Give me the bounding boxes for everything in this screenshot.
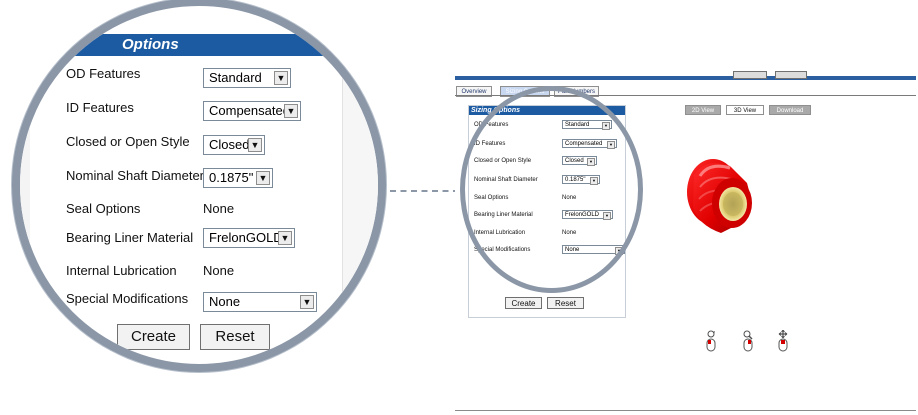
rotate-tool[interactable] [704,330,718,352]
magnifier-connector [390,190,459,192]
bearing-3d-view[interactable] [674,144,772,246]
magnifier-bubble: Options OD Features Standard ▼ ID Featur… [12,0,386,372]
nominal-shaft-diameter-label: Nominal Shaft Diameter [66,168,204,183]
bearing-liner-material-value: FrelonGOLD [209,230,283,245]
view-3d-button[interactable]: 3D View [726,105,764,115]
reset-button[interactable]: Reset [200,324,270,350]
internal-lubrication-label: Internal Lubrication [66,263,177,278]
mini-top-blue-strip [455,76,916,80]
zoomed-panel-title: Options [122,36,179,53]
mini-create-button[interactable]: Create [505,297,542,309]
chevron-down-icon: ▼ [300,295,314,309]
special-modifications-label: Special Modifications [66,291,189,306]
special-modifications-value: None [209,294,241,309]
bearing-3d-graphic [687,159,752,233]
closed-open-style-label: Closed or Open Style [66,134,190,149]
mini-top-button-1[interactable] [733,71,767,79]
chevron-down-icon: ▼ [284,104,298,118]
bearing-liner-material-label: Bearing Liner Material [66,230,194,245]
pan-tool[interactable] [776,329,790,352]
mini-top-button-2[interactable] [775,71,807,79]
id-features-label: ID Features [66,100,134,115]
zoomed-sizing-options-panel: Options OD Features Standard ▼ ID Featur… [20,6,378,364]
od-features-label: OD Features [66,66,141,81]
rotate-icon [706,330,716,352]
id-features-value: Compensated [209,103,290,118]
zoomed-right-shade [342,55,378,364]
id-features-select[interactable]: Compensated ▼ [203,101,301,121]
od-features-select[interactable]: Standard ▼ [203,68,291,88]
closed-open-style-select[interactable]: Closed ▼ [203,135,265,155]
chevron-down-icon: ▼ [278,231,292,245]
chevron-down-icon: ▼ [256,171,270,185]
special-modifications-select[interactable]: None ▼ [203,292,317,312]
internal-lubrication-value: None [203,263,235,278]
zoomed-left-shadow [20,56,30,364]
bearing-liner-material-select[interactable]: FrelonGOLD ▼ [203,228,295,248]
seal-options-value: None [203,201,235,216]
chevron-down-icon: ▼ [274,71,288,85]
mini-reset-button[interactable]: Reset [547,297,584,309]
closed-open-style-value: Closed [209,137,250,152]
mini-bottom-divider [455,410,916,411]
od-features-value: Standard [209,70,262,85]
create-button[interactable]: Create [117,324,190,350]
download-button[interactable]: Download [769,105,811,115]
small-magnifier-ring [460,86,643,293]
chevron-down-icon: ▼ [248,138,262,152]
pan-icon [778,329,788,352]
zoom-icon [743,330,753,352]
view-2d-button[interactable]: 2D View [685,105,721,115]
nominal-shaft-diameter-value: 0.1875" [209,170,254,185]
zoomed-panel-header: Options [20,34,360,56]
seal-options-label: Seal Options [66,201,141,216]
zoom-tool[interactable] [741,330,755,352]
nominal-shaft-diameter-select[interactable]: 0.1875" ▼ [203,168,273,188]
